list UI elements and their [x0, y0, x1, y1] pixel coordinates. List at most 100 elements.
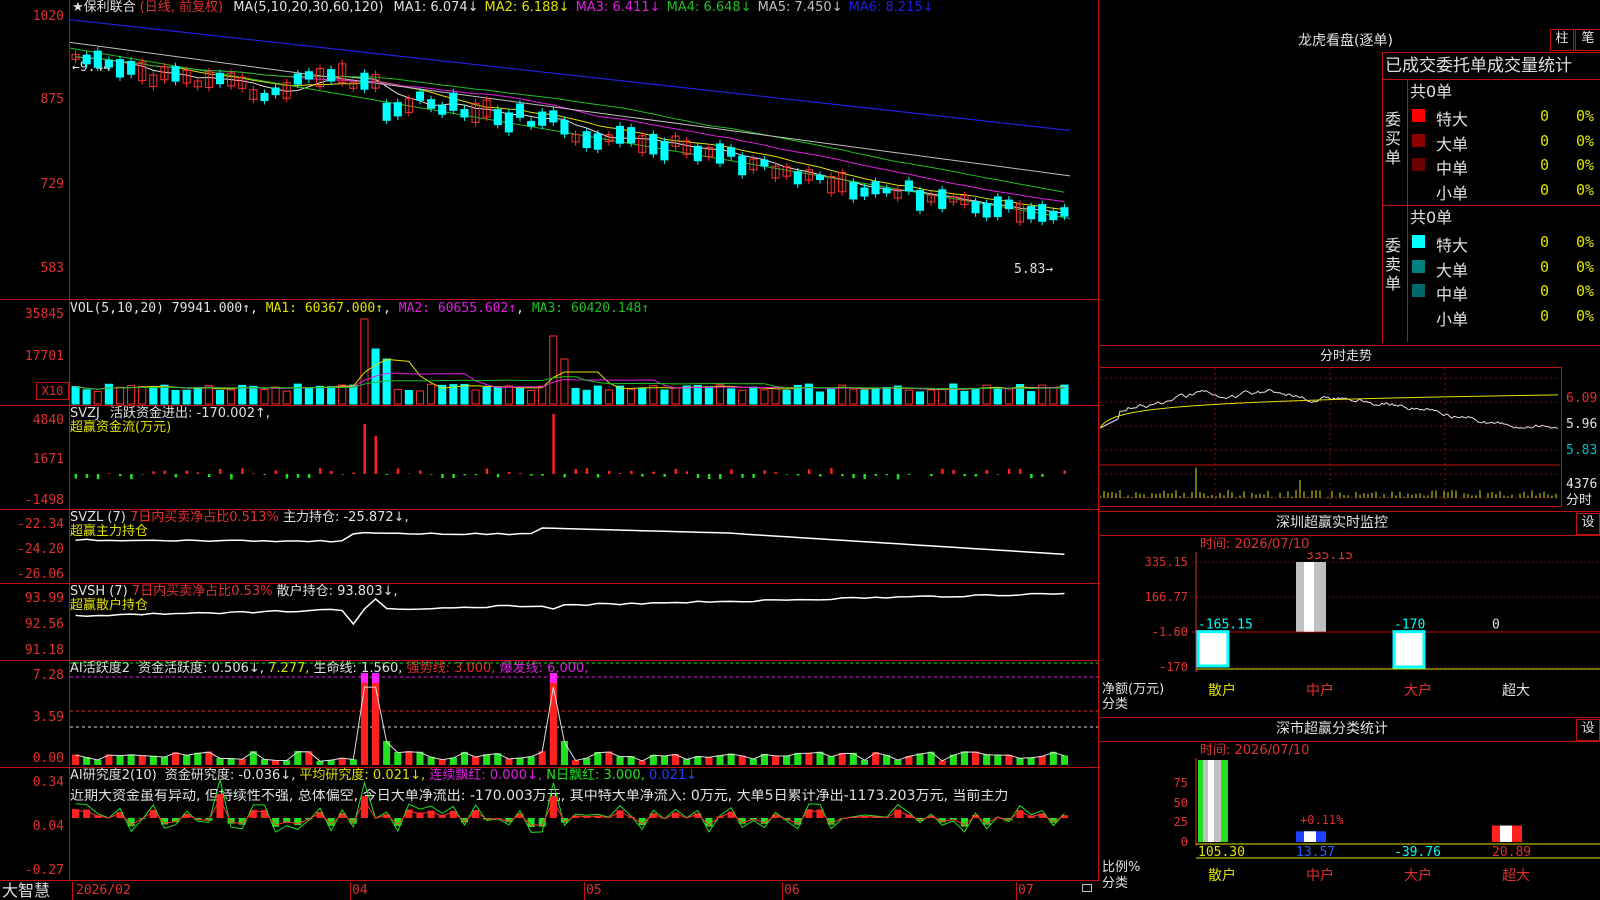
tick-mode-button[interactable]: 笔	[1575, 29, 1600, 51]
activity-bar	[472, 756, 480, 765]
color-swatch	[1412, 109, 1425, 122]
activity-bar	[483, 754, 491, 765]
buy-total: 共0单	[1410, 82, 1453, 101]
sz-time: 时间: 2026/07/10	[1200, 537, 1310, 552]
candle	[493, 109, 502, 126]
volume-bar	[93, 390, 102, 405]
sz-title: 深圳超赢实时监控	[1276, 515, 1388, 531]
volume-bar	[938, 388, 947, 405]
candle	[849, 181, 858, 200]
flow-bar	[230, 474, 233, 480]
y-tick: -1498	[24, 493, 64, 508]
activity-bar	[716, 755, 724, 765]
ma-item: MA1: 6.074↓	[393, 0, 479, 15]
stock-title[interactable]: ★保利联合	[72, 0, 136, 15]
bar-mode-button[interactable]: 柱	[1550, 29, 1574, 51]
flow-bar	[430, 474, 433, 475]
candle	[127, 60, 136, 75]
order-pct: 0%	[1576, 257, 1595, 276]
sz-category: 大户	[1404, 682, 1432, 699]
main-position-chart[interactable]	[70, 510, 1098, 583]
retail-position-chart[interactable]	[70, 584, 1098, 660]
chart-area[interactable]: ★保利联合 (日线, 前复权) MA(5,10,20,30,60,120) MA1…	[0, 0, 1100, 900]
flow-bar	[519, 473, 522, 474]
volume-bar	[960, 390, 969, 405]
activity-bar	[683, 759, 691, 765]
volume-bar	[227, 389, 236, 405]
lock-icon[interactable]	[1082, 884, 1092, 892]
volume-bar	[782, 389, 791, 405]
cls-value: 105.30	[1198, 845, 1245, 860]
flow-bar	[763, 470, 766, 474]
volume-bar	[882, 386, 891, 405]
activity-bar	[372, 683, 380, 765]
flow-bar	[219, 468, 222, 474]
research-chart[interactable]	[70, 768, 1098, 880]
y-tick: 0.34	[32, 775, 64, 790]
order-row: 特大 0 0%	[1408, 230, 1600, 255]
activity-bar	[405, 751, 413, 765]
cls-category: 超大	[1502, 868, 1530, 884]
activity-chart[interactable]	[70, 661, 1098, 767]
volume-bar	[904, 389, 913, 405]
candle	[938, 189, 947, 209]
volume-chart[interactable]	[70, 300, 1098, 405]
candle	[115, 59, 125, 78]
flow-bar	[363, 424, 366, 474]
sz-category: 超大	[1502, 683, 1530, 699]
volume-bar	[849, 388, 858, 405]
sz-bar	[1304, 562, 1314, 632]
order-count: 0	[1540, 180, 1550, 199]
volume-bar	[304, 387, 313, 405]
sz-monitor-chart[interactable]: 335.15 166.77 -1.60 -170 -165.15 散户 335.15 中户 -1…	[1100, 552, 1600, 717]
activity-bar	[505, 758, 513, 765]
activity-bar	[227, 758, 235, 765]
ma-item: MA3: 6.411↓	[575, 0, 661, 15]
sz-settings-button[interactable]: 设	[1576, 513, 1600, 535]
flow-bar	[774, 472, 778, 474]
volume-bar	[771, 387, 780, 405]
candle	[82, 54, 91, 65]
sz-bar	[1392, 630, 1426, 669]
volume-bar	[893, 385, 902, 405]
fund-flow-chart[interactable]	[70, 406, 1098, 509]
activity-bar	[794, 752, 802, 765]
candlestick-chart[interactable]	[70, 14, 1098, 298]
flow-bar	[307, 474, 311, 479]
flow-bar	[741, 474, 744, 478]
activity-bar	[216, 757, 224, 765]
buy-rows: 特大 0 0% 大单 0 0% 中单 0 0% 小单 0 0%	[1408, 104, 1600, 203]
flow-bar	[996, 474, 1000, 475]
volume-bar	[471, 389, 480, 405]
dragon-title: 龙虎看盘(逐单)	[1298, 33, 1393, 49]
ma-line	[70, 41, 1071, 177]
order-type: 小单	[1436, 183, 1469, 203]
candle	[715, 143, 725, 164]
order-type: 中单	[1436, 285, 1469, 304]
flow-bar	[341, 474, 344, 475]
order-count: 0	[1540, 306, 1550, 325]
vol-ma-line	[75, 358, 1065, 390]
order-pct: 0%	[1576, 282, 1595, 300]
cls-stat-chart[interactable]: 75 50 25 0 105.30 散户 13.57 中户 -39.76 大户 20.89 超大 +0.…	[1100, 758, 1600, 900]
flow-bar	[952, 469, 955, 474]
activity-bar	[805, 752, 813, 765]
color-swatch	[1412, 235, 1425, 248]
order-count: 0	[1540, 233, 1550, 251]
intraday-chart[interactable]	[1100, 368, 1562, 508]
cls-time: 时间: 2026/07/10	[1200, 743, 1310, 758]
ma-values: MA1: 6.074↓ MA2: 6.188↓ MA3: 6.411↓ MA4: 6.…	[388, 0, 934, 15]
cls-settings-button[interactable]: 设	[1576, 719, 1600, 741]
flow-bar	[863, 474, 866, 480]
activity-bar	[138, 755, 146, 765]
order-row: 大单 0 0%	[1408, 129, 1600, 154]
activity-bar	[994, 754, 1002, 765]
flow-bar	[185, 470, 189, 474]
flow-bar	[507, 472, 511, 474]
candle	[527, 120, 536, 127]
order-row: 大单 0 0%	[1408, 255, 1600, 280]
color-swatch	[1412, 259, 1425, 273]
candle	[1027, 206, 1036, 220]
volume-bar	[249, 385, 258, 405]
intraday-tick: 5.83	[1566, 443, 1598, 458]
